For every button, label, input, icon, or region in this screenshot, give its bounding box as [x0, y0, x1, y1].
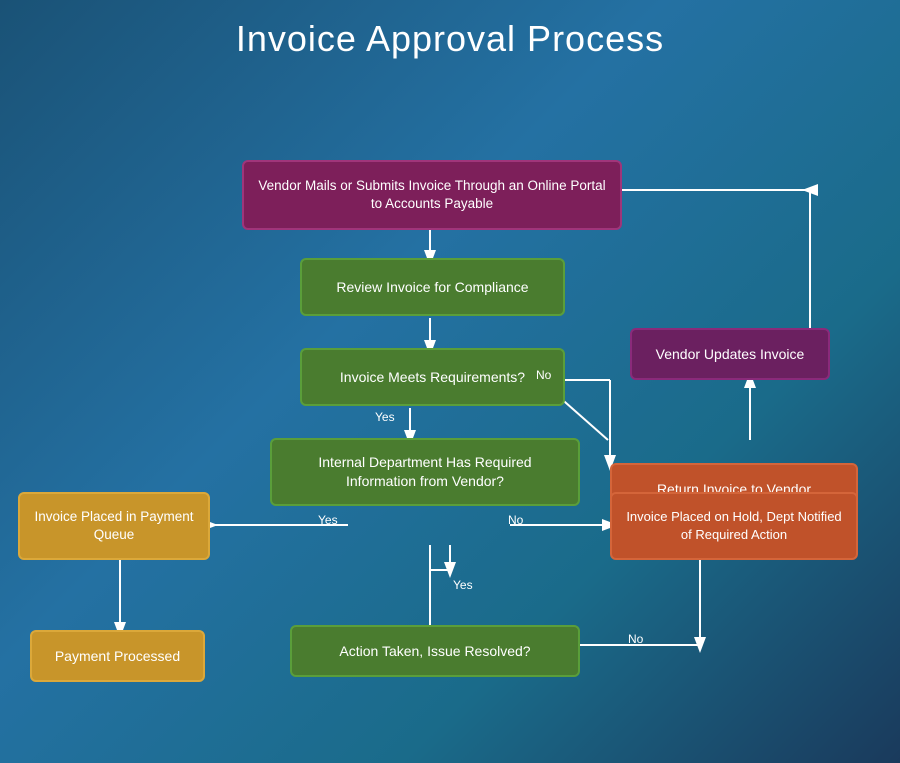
review-compliance-box: Review Invoice for Compliance	[300, 258, 565, 316]
invoice-meets-box: Invoice Meets Requirements?	[300, 348, 565, 406]
no-label-meets: No	[536, 368, 551, 382]
yes-label-dept: Yes	[318, 513, 338, 527]
action-taken-box: Action Taken, Issue Resolved?	[290, 625, 580, 677]
invoice-queue-box: Invoice Placed in Payment Queue	[18, 492, 210, 560]
vendor-updates-box: Vendor Updates Invoice	[630, 328, 830, 380]
payment-processed-box: Payment Processed	[30, 630, 205, 682]
no-label-dept: No	[508, 513, 523, 527]
invoice-hold-box: Invoice Placed on Hold, Dept Notified of…	[610, 492, 858, 560]
yes-label-meets: Yes	[375, 410, 395, 424]
vendor-submit-box: Vendor Mails or Submits Invoice Through …	[242, 160, 622, 230]
internal-dept-box: Internal Department Has Required Informa…	[270, 438, 580, 506]
yes-label-action: Yes	[453, 578, 473, 592]
page-title: Invoice Approval Process	[0, 0, 900, 70]
no-label-action: No	[628, 632, 643, 646]
